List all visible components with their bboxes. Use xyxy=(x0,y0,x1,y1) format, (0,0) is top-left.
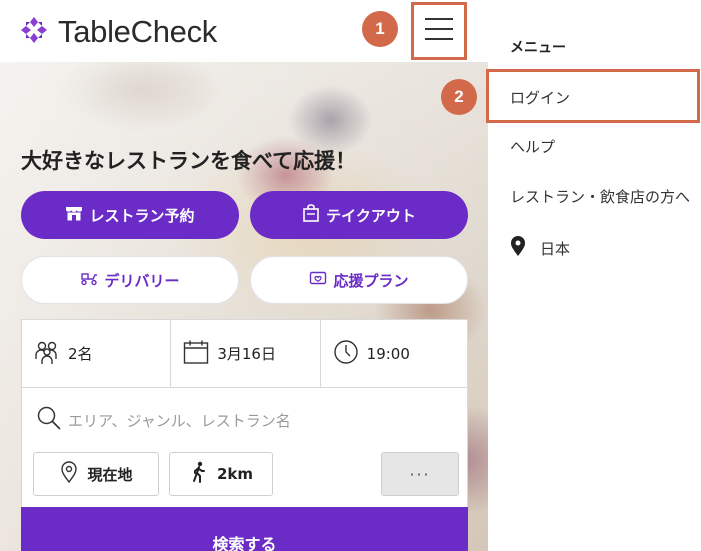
app-panel: TableCheck 1 大好きなレストランを食べて応援！ レストラン予約 テイ… xyxy=(0,0,488,551)
step-badge-2: 2 xyxy=(441,79,477,115)
people-icon xyxy=(34,339,68,369)
takeout-bag-icon xyxy=(302,204,326,226)
current-location-label: 現在地 xyxy=(87,465,133,484)
store-icon xyxy=(65,204,89,226)
top-header: TableCheck 1 xyxy=(0,0,488,62)
location-pin-icon xyxy=(59,461,87,487)
delivery-label: デリバリー xyxy=(104,271,180,290)
walking-person-icon xyxy=(189,461,217,487)
location-pin-icon xyxy=(510,236,540,260)
more-options-button[interactable]: ··· xyxy=(381,452,459,496)
current-location-button[interactable]: 現在地 xyxy=(33,452,159,496)
restaurant-reservation-label: レストラン予約 xyxy=(89,206,195,225)
gift-card-icon xyxy=(309,269,333,291)
hamburger-menu-button[interactable] xyxy=(411,2,467,60)
menu-item-for-restaurants[interactable]: レストラン・飲食店の方へ xyxy=(510,186,690,207)
date-value: 3月16日 xyxy=(217,345,276,363)
hamburger-menu-icon xyxy=(425,17,453,45)
search-form: 2名 3月16日 19:00 エリア、ジャンル、レストラン名 現在地 2km ·… xyxy=(21,319,469,551)
clock-icon xyxy=(333,339,367,369)
tablecheck-logo-icon xyxy=(20,16,48,48)
support-plan-button[interactable]: 応援プラン xyxy=(250,256,468,304)
distance-value: 2km xyxy=(216,465,254,483)
calendar-icon xyxy=(183,339,217,369)
party-size-selector[interactable]: 2名 xyxy=(22,320,170,387)
support-plan-label: 応援プラン xyxy=(333,271,409,290)
delivery-scooter-icon xyxy=(80,269,104,291)
takeout-label: テイクアウト xyxy=(326,206,416,225)
login-highlight-box xyxy=(486,69,700,123)
search-icon xyxy=(36,405,68,435)
party-size-value: 2名 xyxy=(68,345,93,363)
country-label: 日本 xyxy=(540,239,571,258)
step-badge-1: 1 xyxy=(362,11,398,47)
date-selector[interactable]: 3月16日 xyxy=(170,320,319,387)
delivery-button[interactable]: デリバリー xyxy=(21,256,239,304)
menu-item-country[interactable]: 日本 xyxy=(510,236,570,260)
takeout-button[interactable]: テイクアウト xyxy=(250,191,468,239)
hero-headline: 大好きなレストランを食べて応援！ xyxy=(21,149,357,173)
keyword-search-input[interactable]: エリア、ジャンル、レストラン名 xyxy=(36,405,291,435)
menu-title: メニュー xyxy=(510,40,566,56)
distance-button[interactable]: 2km xyxy=(169,452,273,496)
brand-name: TableCheck xyxy=(58,14,217,49)
brand-logo[interactable]: TableCheck xyxy=(20,14,217,50)
keyword-search-placeholder: エリア、ジャンル、レストラン名 xyxy=(68,411,291,430)
time-value: 19:00 xyxy=(366,344,410,363)
restaurant-reservation-button[interactable]: レストラン予約 xyxy=(21,191,239,239)
time-selector[interactable]: 19:00 xyxy=(319,320,469,387)
search-submit-button[interactable]: 検索する xyxy=(21,507,468,551)
menu-item-help[interactable]: ヘルプ xyxy=(510,136,555,157)
search-criteria-row: 2名 3月16日 19:00 xyxy=(22,320,469,388)
